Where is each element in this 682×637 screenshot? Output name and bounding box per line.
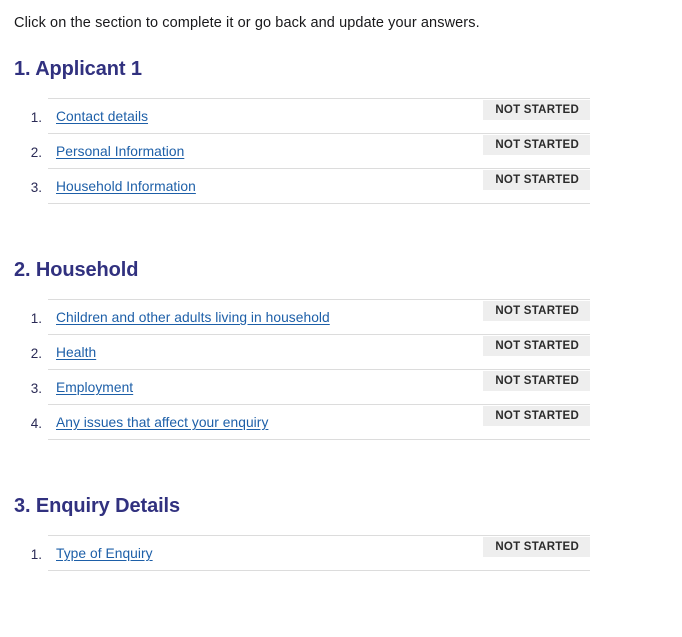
task-link[interactable]: Any issues that affect your enquiry — [56, 415, 268, 430]
status-badge: NOT STARTED — [483, 406, 590, 427]
status-badge: NOT STARTED — [483, 371, 590, 392]
task-number: 1. — [30, 311, 42, 327]
task-row[interactable]: 2. Health NOT STARTED — [31, 334, 590, 369]
task-number: 2. — [30, 346, 42, 362]
task-number: 1. — [30, 110, 42, 126]
task-row[interactable]: 4. Any issues that affect your enquiry NOT… — [31, 404, 590, 439]
task-link[interactable]: Personal Information — [56, 144, 184, 159]
task-link[interactable]: Type of Enquiry — [56, 546, 153, 561]
task-number: 4. — [30, 416, 42, 432]
task-section: 3. Enquiry Details 1. Type of Enquiry NOT S… — [0, 440, 682, 572]
task-list-page: Click on the section to complete it or g… — [0, 0, 682, 572]
task-list: 1. Children and other adults living in ho… — [31, 299, 590, 441]
task-list: 1. Type of Enquiry NOT STARTED — [31, 535, 590, 572]
task-list: 1. Contact details NOT STARTED 2. Personal I… — [31, 98, 590, 205]
section-heading: 1. Applicant 1 — [14, 58, 142, 81]
task-number: 3. — [30, 381, 42, 397]
task-link[interactable]: Household Information — [56, 179, 196, 194]
task-section: 2. Household 1. Children and other adults … — [0, 204, 682, 441]
task-row[interactable]: 1. Children and other adults living in ho… — [31, 299, 590, 334]
status-badge: NOT STARTED — [483, 336, 590, 357]
task-link[interactable]: Health — [56, 345, 96, 360]
task-row[interactable]: 2. Personal Information NOT STARTED — [31, 133, 590, 168]
task-link[interactable]: Contact details — [56, 109, 148, 124]
task-link[interactable]: Children and other adults living in hous… — [56, 310, 330, 325]
status-badge: NOT STARTED — [483, 135, 590, 156]
status-badge: NOT STARTED — [483, 170, 590, 191]
task-number: 3. — [30, 180, 42, 196]
section-heading: 3. Enquiry Details — [14, 495, 181, 518]
task-number: 2. — [30, 145, 42, 161]
status-badge: NOT STARTED — [483, 100, 590, 121]
section-heading: 2. Household — [14, 259, 139, 282]
task-section: 1. Applicant 1 1. Contact details NOT START… — [0, 34, 682, 205]
status-badge: NOT STARTED — [483, 537, 590, 558]
task-link[interactable]: Employment — [56, 380, 133, 395]
task-row[interactable]: 3. Employment NOT STARTED — [31, 369, 590, 404]
task-row[interactable]: 1. Type of Enquiry NOT STARTED — [31, 535, 590, 570]
task-row[interactable]: 1. Contact details NOT STARTED — [31, 98, 590, 133]
sections-container: 1. Applicant 1 1. Contact details NOT START… — [0, 34, 682, 572]
task-number: 1. — [30, 547, 42, 563]
intro-text: Click on the section to complete it or g… — [14, 15, 480, 31]
task-row[interactable]: 3. Household Information NOT STARTED — [31, 168, 590, 203]
status-badge: NOT STARTED — [483, 301, 590, 322]
